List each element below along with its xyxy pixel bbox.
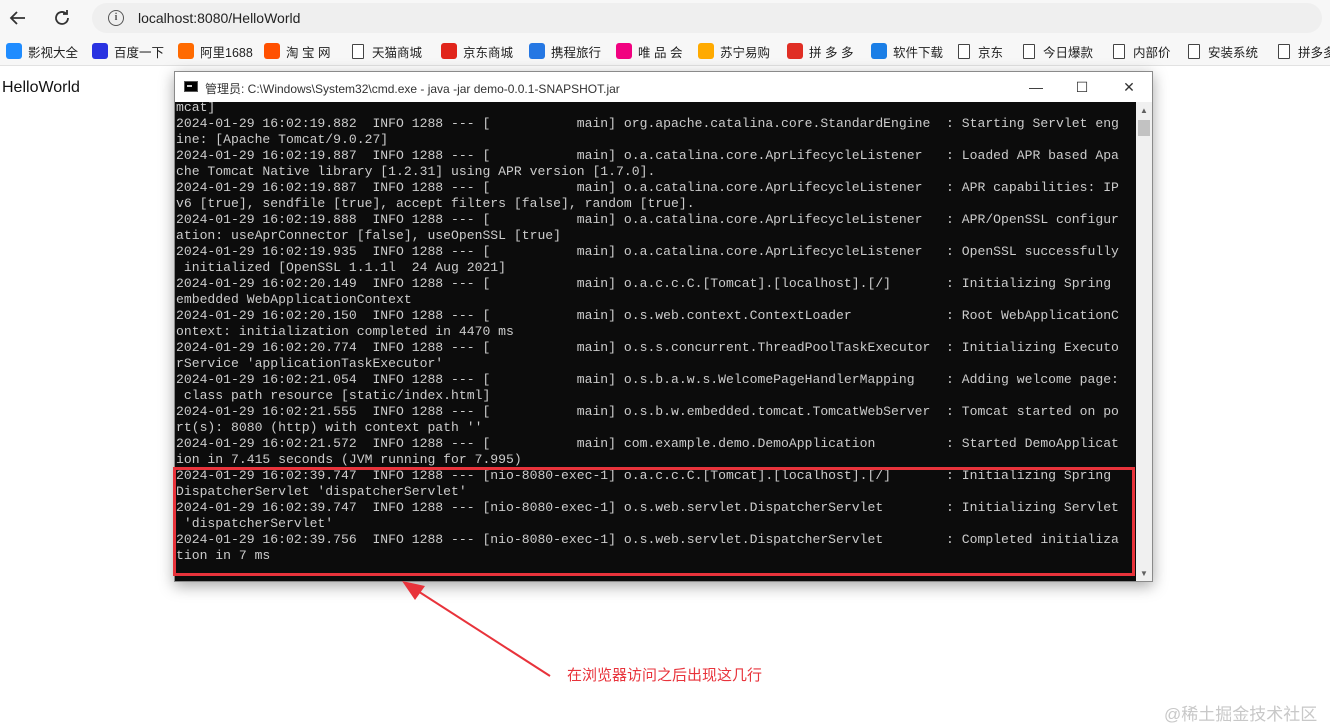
annotation-arrow	[402, 581, 551, 677]
annotation-text: 在浏览器访问之后出现这几行	[567, 667, 763, 684]
watermark: @稀土掘金技术社区	[1164, 705, 1318, 724]
